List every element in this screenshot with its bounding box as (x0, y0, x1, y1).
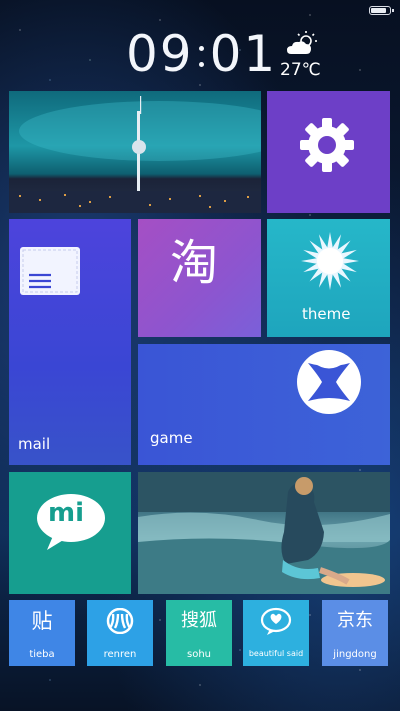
dock-app-renren[interactable]: renren (87, 600, 153, 666)
clock-minutes: 01 (209, 25, 278, 83)
temperature: 27℃ (280, 60, 321, 80)
clock[interactable]: 09 01 (126, 28, 277, 80)
city-photo-tile[interactable] (9, 91, 261, 213)
partly-cloudy-icon (287, 31, 317, 54)
city-skyline-image (9, 96, 261, 213)
settings-tile[interactable] (267, 91, 390, 213)
envelope-icon (20, 247, 80, 295)
mail-tile[interactable]: mail (9, 219, 131, 465)
heart-bubble-icon (260, 607, 292, 635)
sohu-icon: 搜狐 (181, 610, 217, 631)
dock-app-tieba[interactable]: 贴 tieba (9, 600, 75, 666)
surfer-image (138, 472, 390, 594)
mail-label: mail (18, 435, 51, 453)
sun-burst-icon (301, 232, 359, 290)
theme-tile[interactable]: theme (267, 219, 390, 337)
dock-app-label: beautiful said (248, 649, 304, 658)
surfer-photo-tile[interactable] (138, 472, 390, 594)
renren-icon (106, 608, 134, 634)
theme-label: theme (302, 305, 351, 323)
clock-colon (194, 29, 210, 79)
dock-app-beautiful-said[interactable]: beautiful said (243, 600, 309, 666)
dock-app-label: renren (103, 649, 137, 660)
battery-icon (369, 6, 394, 15)
mi-tile[interactable]: mi (9, 472, 131, 594)
jingdong-icon: 京东 (337, 610, 373, 631)
game-tile[interactable]: game (138, 344, 390, 465)
mi-label: mi (48, 498, 85, 528)
dock-app-sohu[interactable]: 搜狐 sohu (166, 600, 232, 666)
dock-app-label: sohu (186, 649, 211, 660)
tieba-icon: 贴 (31, 609, 53, 633)
dock-app-label: tieba (29, 649, 55, 660)
taobao-label: 淘 (170, 235, 219, 291)
clock-hours: 09 (126, 25, 194, 83)
xbox-icon (297, 350, 361, 414)
dock-app-jingdong[interactable]: 京东 jingdong (322, 600, 388, 666)
game-label: game (150, 429, 193, 447)
gear-icon (300, 118, 354, 172)
taobao-tile[interactable]: 淘 (138, 219, 261, 337)
dock-app-label: jingdong (333, 649, 377, 660)
weather-widget[interactable]: 27℃ (280, 30, 322, 80)
